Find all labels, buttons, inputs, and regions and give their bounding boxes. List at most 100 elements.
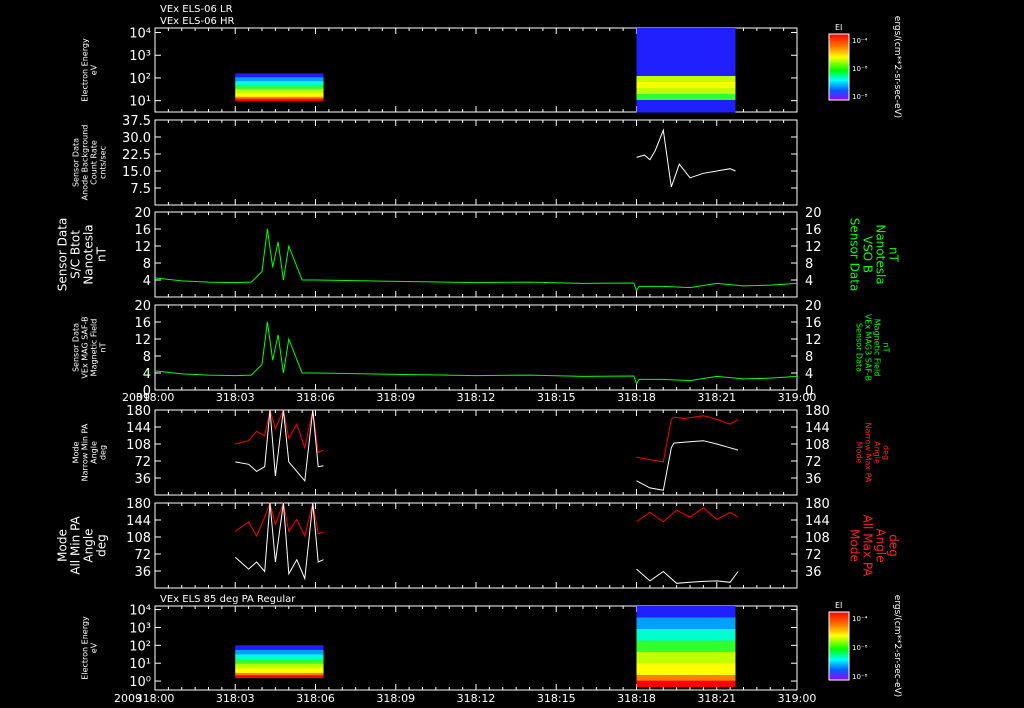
y-tick-label: 36 <box>134 565 151 580</box>
series-line-0 <box>154 321 798 385</box>
heatmap-band <box>636 52 736 59</box>
year-label-bottom: 2009 <box>114 692 142 705</box>
y-tick-label-right: 4 <box>805 367 813 382</box>
time-tick-label: 318:18 <box>617 391 656 404</box>
time-tick-label: 318:21 <box>697 692 736 705</box>
y-tick-label-right: 72 <box>805 455 822 470</box>
right-label-sc-btot-line-1: VSO B <box>861 236 875 273</box>
time-tick-label: 318:06 <box>296 692 335 705</box>
time-tick-label: 318:06 <box>296 391 335 404</box>
time-tick-label: 318:09 <box>376 692 415 705</box>
heatmap-band <box>636 94 736 101</box>
time-tick-label: 318:09 <box>376 391 415 404</box>
ylabel-all-pa-line-2: Angle <box>82 528 96 562</box>
y-tick-label: 10³ <box>129 49 151 64</box>
ylabel-narrow-pa-line-1: Narrow Min PA <box>81 423 90 481</box>
panel-frame <box>154 502 798 589</box>
right-label-narrow-pa-line-0: Mode <box>855 442 864 464</box>
year-label-top: 2009 <box>122 391 150 404</box>
panel-els-85deg-spectrogram: Electron Energy eV 10⁴ 10³ 10² 10¹ 10⁰ <box>81 604 798 691</box>
y-tick-label: 180 <box>126 497 151 512</box>
y-tick-label: 10⁴ <box>129 604 151 619</box>
y-tick-label: 22.5 <box>122 148 151 163</box>
heatmap-band <box>636 100 736 107</box>
ylabel-narrow-pa-line-2: Angle <box>90 441 99 464</box>
ylabel-all-pa-line-1: All Min PA <box>69 515 83 574</box>
time-tick-label: 318:03 <box>216 391 255 404</box>
title-els-85deg: VEx ELS 85 deg PA Regular <box>160 594 296 605</box>
right-label-all-pa-line-1: All Max PA <box>861 515 875 578</box>
title-els-hr: VEx ELS-06 HR <box>160 16 235 27</box>
y-tick-label: 10² <box>129 639 151 654</box>
series-line-2 <box>636 507 739 523</box>
heatmap-band <box>636 617 736 624</box>
colorbar-tick-label: 10⁻⁸ <box>852 93 868 101</box>
heatmap-band <box>235 675 324 678</box>
colorbar-tick-label: 10⁻⁶ <box>852 65 868 73</box>
ylabel-sensor-data-anode-background-line-1: Anode Background <box>81 125 90 201</box>
ylabel-narrow-pa-line-0: Mode <box>72 442 81 464</box>
heatmap-band <box>636 623 736 630</box>
ylabel-els-85deg-spectrogram-line-0: Electron Energy <box>81 616 90 680</box>
ylabel-vex-mag-saf-b-line-1: VEx MAG SAF-B <box>81 316 90 378</box>
y-tick-label-right: 36 <box>805 565 822 580</box>
y-tick-label: 12 <box>134 240 151 255</box>
heatmap-band <box>636 657 736 664</box>
panel-vex-mag-saf-b: Sensor Data VEx MAG SAF-B Magnetic Field nT… <box>72 299 891 399</box>
title-els-lr: VEx ELS-06 LR <box>160 4 233 15</box>
right-label-all-pa-line-0: Mode <box>848 529 862 562</box>
y-tick-label: 108 <box>126 531 151 546</box>
colorbar-1 <box>828 611 850 681</box>
y-tick-label-right: 12 <box>805 240 822 255</box>
colorbar-tick-label: 10⁻⁴ <box>852 615 868 623</box>
ylabel-narrow-pa-line-3: deg <box>99 445 108 460</box>
y-tick-label: 7.5 <box>130 182 151 197</box>
ylabel-sensor-data-anode-background-line-2: Count Rate <box>90 140 99 185</box>
y-tick-label-right: 180 <box>805 404 830 419</box>
y-tick-label-right: 16 <box>805 223 822 238</box>
y-tick-label: 4 <box>143 274 151 289</box>
right-label-narrow-pa-line-2: Angle <box>873 441 882 464</box>
colorbar-label: EI <box>835 23 842 32</box>
panel-frame <box>154 304 798 391</box>
ylabel-vex-mag-saf-b-line-0: Sensor Data <box>72 323 81 372</box>
panel-all-pa: Mode All Min PA Angle deg Mode All Max PA Angl… <box>56 497 901 589</box>
y-tick-label: 30.0 <box>122 131 151 146</box>
y-tick-label: 72 <box>134 455 151 470</box>
heatmap-band <box>636 58 736 65</box>
y-tick-label: 12 <box>134 333 151 348</box>
y-tick-label: 10⁴ <box>129 27 151 42</box>
heatmap-band <box>235 98 324 102</box>
ylabel-els-lr-hr-spectrogram-line-0: Electron Energy <box>81 38 90 102</box>
time-tick-label: 318:18 <box>617 692 656 705</box>
y-tick-label-right: 144 <box>805 421 830 436</box>
y-tick-label-right: 108 <box>805 438 830 453</box>
heatmap-band <box>636 34 736 41</box>
heatmap-band <box>636 680 736 687</box>
panel-sensor-data-anode-background: Sensor Data Anode Background Count Rate cnt… <box>72 114 798 206</box>
ylabel-all-pa-line-3: deg <box>95 534 109 557</box>
y-tick-label-right: 36 <box>805 472 822 487</box>
colorbar-tick-label: 10⁻⁴ <box>852 37 868 45</box>
right-label-vex-mag-saf-b-line-1: VEx MAG3 SAF-B <box>864 314 873 381</box>
y-tick-label-right: 72 <box>805 548 822 563</box>
series-line-0 <box>154 228 798 292</box>
ylabel-vex-mag-saf-b-line-3: nT <box>99 342 108 352</box>
time-tick-label: 318:12 <box>457 391 496 404</box>
y-tick-label: 180 <box>126 404 151 419</box>
heatmap-band <box>636 88 736 95</box>
heatmap-band <box>636 106 736 113</box>
right-label-vex-mag-saf-b-line-3: nT <box>882 343 891 353</box>
y-tick-label: 15.0 <box>122 165 151 180</box>
heatmap-band <box>636 40 736 47</box>
y-tick-label: 10⁰ <box>129 675 151 690</box>
series-line-3 <box>636 440 739 491</box>
panel-els-lr-hr-spectrogram: Electron Energy eV 10⁴ 10³ 10² 10¹ <box>81 27 798 113</box>
y-tick-label: 16 <box>134 316 151 331</box>
colorbar-units: ergs/(cm**2-sr-sec-eV) <box>892 16 902 118</box>
ylabel-sc-btot-line-3: nT <box>95 246 109 262</box>
plot-window: VEx ELS-06 LR VEx ELS-06 HR VEx ELS 85 d… <box>0 0 1024 708</box>
time-tick-label: 319:00 <box>778 391 817 404</box>
right-label-vex-mag-saf-b-line-2: Magnetic Field <box>873 319 882 377</box>
time-tick-label: 319:00 <box>778 692 817 705</box>
